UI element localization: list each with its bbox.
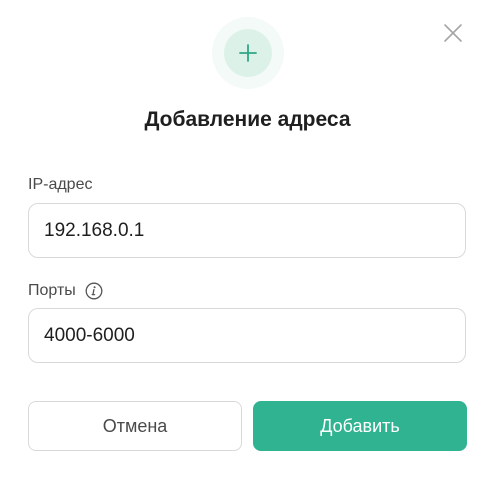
ports-label-row: Порты	[28, 281, 103, 301]
ports-label: Порты	[28, 282, 76, 299]
close-icon[interactable]	[442, 22, 464, 44]
add-address-dialog: Добавление адреса IP-адрес Порты Отмена …	[0, 0, 495, 478]
plus-icon	[239, 44, 257, 62]
info-icon[interactable]	[85, 282, 103, 300]
ports-input[interactable]	[28, 308, 466, 363]
dialog-title: Добавление адреса	[144, 108, 351, 131]
add-button[interactable]: Добавить	[253, 401, 467, 451]
ip-address-label: IP-адрес	[28, 176, 93, 193]
header-badge	[212, 17, 284, 89]
close-button[interactable]	[442, 22, 464, 44]
cancel-button[interactable]: Отмена	[28, 401, 242, 451]
ip-address-input[interactable]	[28, 203, 466, 258]
